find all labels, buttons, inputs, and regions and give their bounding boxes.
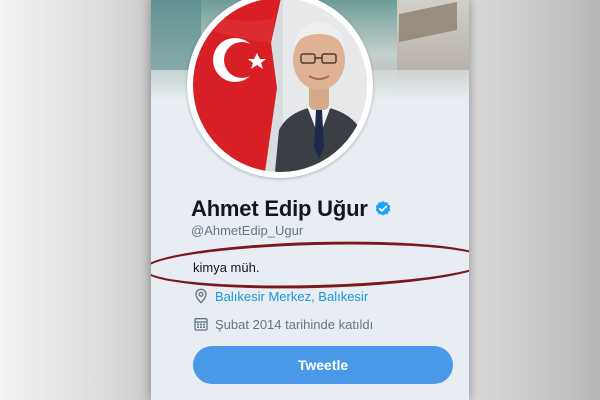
profile-location: Balıkesir Merkez, Balıkesir — [193, 288, 368, 304]
profile-handle[interactable]: @AhmetEdip_Ugur — [191, 223, 303, 238]
tweet-button[interactable]: Tweetle — [193, 346, 453, 384]
location-pin-icon — [195, 288, 207, 304]
profile-card: Ahmet Edip Uğur @AhmetEdip_Ugur kimya mü… — [151, 0, 469, 400]
location-link[interactable]: Balıkesir Merkez, Balıkesir — [215, 289, 368, 304]
calendar-icon — [194, 318, 208, 331]
avatar-frame[interactable] — [187, 0, 373, 178]
joined-date: Şubat 2014 tarihinde katıldı — [215, 316, 374, 332]
verified-badge-icon — [375, 201, 391, 216]
profile-name[interactable]: Ahmet Edip Uğur — [191, 196, 368, 222]
profile-joined: Şubat 2014 tarihinde katıldı — [193, 316, 373, 332]
avatar[interactable] — [193, 0, 367, 172]
profile-bio: kimya müh. — [193, 260, 260, 275]
background-right-panel — [468, 0, 600, 400]
profile-name-row: Ahmet Edip Uğur — [191, 196, 392, 222]
avatar-image — [193, 0, 367, 172]
